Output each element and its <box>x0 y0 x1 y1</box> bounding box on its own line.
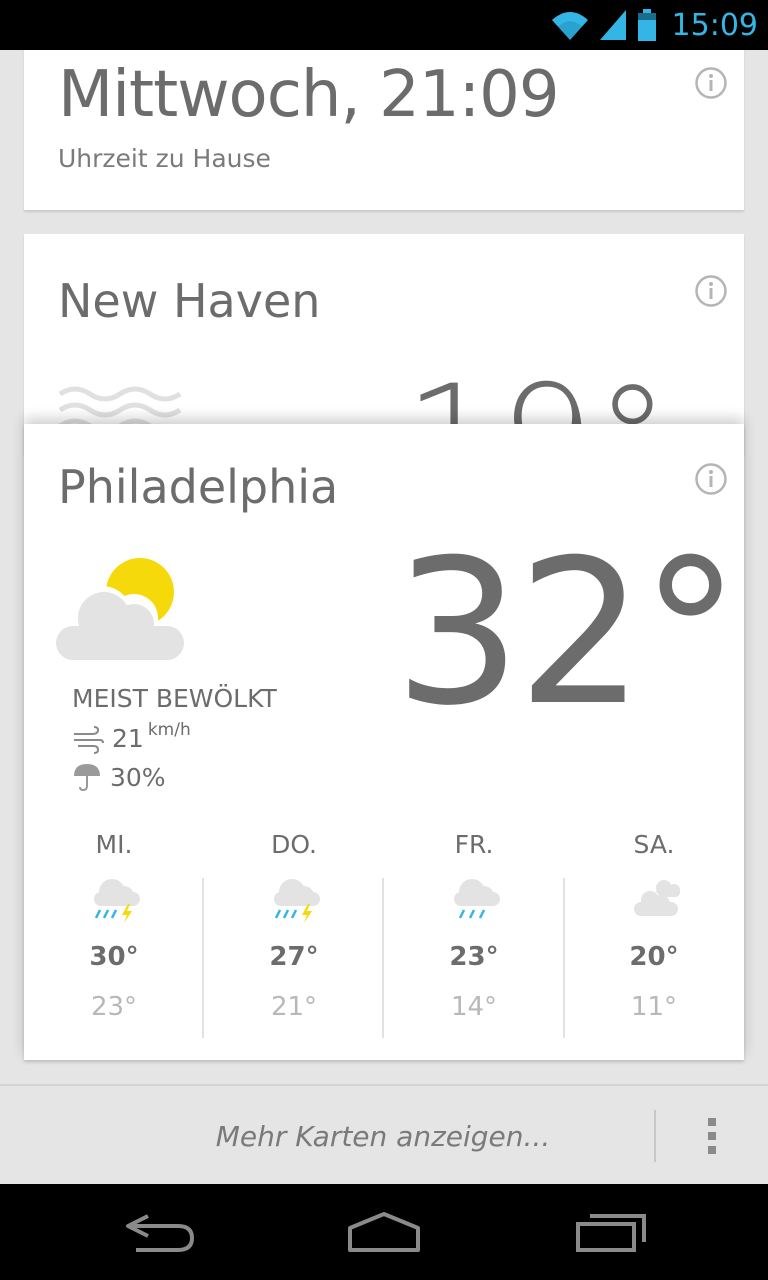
precipitation-value: 30% <box>110 762 166 792</box>
condition-text: MEIST BEWÖLKT <box>72 684 277 713</box>
info-icon[interactable] <box>694 462 728 496</box>
forecast-low: 23° <box>90 992 138 1022</box>
wind-icon <box>74 726 104 754</box>
forecast-day: DO. 27° 21° <box>204 830 384 1040</box>
forecast-day: FR. 23° 14° <box>384 830 564 1040</box>
forecast-day-name: FR. <box>454 830 494 859</box>
philadelphia-city: Philadelphia <box>58 460 339 514</box>
home-time-title: Mittwoch, 21:09 <box>58 58 560 132</box>
thunderstorm-icon <box>274 879 320 923</box>
wind-row: 21 km/h <box>72 720 191 754</box>
cloudy-icon <box>634 880 680 916</box>
forecast-high: 23° <box>449 942 499 972</box>
forecast-row: MI. 30° 23° DO. 27° 21° FR. 23° 14° SA. … <box>24 830 744 1040</box>
more-bar-divider <box>654 1110 656 1162</box>
more-cards-bar: Mehr Karten anzeigen... <box>0 1084 768 1184</box>
home-time-subtitle: Uhrzeit zu Hause <box>58 144 271 173</box>
home-icon[interactable] <box>336 1206 432 1258</box>
status-bar: 15:09 <box>0 0 768 50</box>
info-icon[interactable] <box>694 66 728 100</box>
battery-icon <box>637 9 656 41</box>
status-icons: 15:09 <box>550 6 758 44</box>
info-icon[interactable] <box>694 274 728 308</box>
status-time: 15:09 <box>671 7 758 43</box>
partly-cloudy-icon <box>54 558 186 662</box>
more-cards-button[interactable]: Mehr Karten anzeigen... <box>0 1120 760 1153</box>
overflow-menu-icon[interactable] <box>700 1116 724 1156</box>
forecast-low: 11° <box>630 992 678 1022</box>
forecast-low: 21° <box>270 992 318 1022</box>
forecast-day-name: DO. <box>271 830 317 859</box>
philadelphia-weather-card[interactable]: Philadelphia 32° MEIST BEWÖLKT 21 km/h 3… <box>24 424 744 1060</box>
wind-unit: km/h <box>147 720 191 740</box>
signal-icon <box>599 10 626 40</box>
thunderstorm-icon <box>94 879 140 923</box>
back-icon[interactable] <box>112 1206 208 1258</box>
forecast-day: SA. 20° 11° <box>564 830 744 1040</box>
rain-icon <box>454 879 500 919</box>
forecast-day-name: MI. <box>95 830 133 859</box>
home-time-card[interactable]: Mittwoch, 21:09 Uhrzeit zu Hause <box>24 50 744 210</box>
wind-speed: 21 <box>112 724 144 753</box>
precipitation-row: 30% <box>72 762 166 792</box>
navigation-bar <box>0 1184 768 1280</box>
wifi-icon <box>551 12 588 40</box>
new-haven-weather-card[interactable]: New Haven 19° <box>24 234 744 454</box>
forecast-low: 14° <box>450 992 498 1022</box>
recent-apps-icon[interactable] <box>562 1206 658 1258</box>
forecast-high: 27° <box>269 942 319 972</box>
umbrella-icon <box>74 764 100 792</box>
forecast-day-name: SA. <box>633 830 675 859</box>
philadelphia-temperature: 32° <box>394 517 740 750</box>
new-haven-city: New Haven <box>58 274 321 328</box>
cards-stack[interactable]: Mittwoch, 21:09 Uhrzeit zu Hause New Hav… <box>0 50 768 1184</box>
forecast-day: MI. 30° 23° <box>24 830 204 1040</box>
forecast-high: 20° <box>629 942 679 972</box>
forecast-high: 30° <box>89 942 139 972</box>
